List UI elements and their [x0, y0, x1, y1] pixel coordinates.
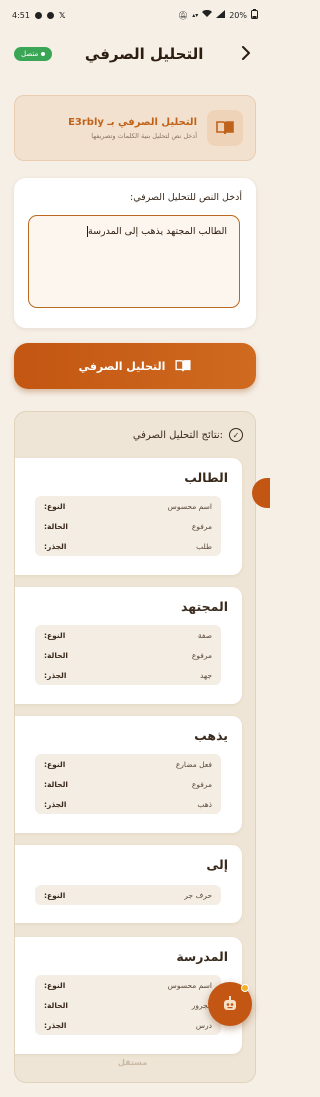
- detail-value: جهد: [199, 670, 212, 680]
- chevron-right-icon: [242, 45, 250, 60]
- detail-key: الحالة:: [44, 650, 68, 660]
- input-value: الطالب المجتهد يذهب إلى المدرسة: [88, 226, 227, 237]
- word-card-altalib: الطالب النوع: اسم محسوس الحالة: مرفوع ال…: [15, 458, 242, 575]
- signal-icon: [216, 10, 226, 20]
- status-bar: 4:51 𝕏 🔕︎ ▴▾ 20%: [0, 0, 270, 30]
- word-title: الطالب: [184, 470, 228, 485]
- detail-key: النوع:: [44, 501, 66, 511]
- detail-value: اسم محسوس: [167, 980, 212, 990]
- detail-row: الجذر: درس: [35, 1015, 221, 1035]
- notification-badge: [241, 984, 249, 992]
- word-title: المدرسة: [176, 949, 228, 964]
- status-time: 4:51: [12, 10, 30, 20]
- status-left: 4:51 𝕏: [12, 11, 65, 20]
- word-card-almadrasa: المدرسة النوع: اسم محسوس الحالة: مجرور ا…: [15, 937, 242, 1054]
- status-right: 🔕︎ ▴▾ 20%: [178, 9, 258, 21]
- detail-value: ذهب: [197, 799, 212, 809]
- detail-row: الحالة: مرفوع: [35, 774, 221, 794]
- app-header: متصل التحليل الصرفي: [0, 34, 270, 74]
- detail-row: الجذر: جهد: [35, 665, 221, 685]
- message-icon: [34, 11, 42, 19]
- detail-row: النوع: صفة: [35, 625, 221, 645]
- analyze-button-label: التحليل الصرفي: [78, 359, 166, 373]
- word-details: النوع: فعل مضارع الحالة: مرفوع الجذر: ذه…: [35, 754, 221, 814]
- detail-key: الجذر:: [44, 1020, 67, 1030]
- text-input[interactable]: الطالب المجتهد يذهب إلى المدرسة: [28, 215, 240, 308]
- wifi-icon: [202, 9, 213, 20]
- detail-key: الحالة:: [44, 1000, 68, 1010]
- results-header: نتائج التحليل الصرفي: ✓: [31, 426, 243, 444]
- word-title: إلى: [206, 857, 228, 872]
- word-title: يذهب: [194, 728, 228, 743]
- check-circle-icon: ✓: [229, 428, 243, 442]
- online-label: متصل: [21, 50, 39, 58]
- detail-row: النوع: اسم محسوس: [35, 975, 221, 995]
- detail-key: الجذر:: [44, 799, 67, 809]
- watermark-logo: مستقل: [118, 1058, 148, 1067]
- detail-row: النوع: فعل مضارع: [35, 754, 221, 774]
- page-title: التحليل الصرفي: [84, 45, 204, 63]
- detail-row: الحالة: مجرور: [35, 995, 221, 1015]
- detail-key: النوع:: [44, 759, 66, 769]
- word-details: النوع: حرف جر: [35, 885, 221, 905]
- detail-row: الحالة: مرفوع: [35, 516, 221, 536]
- detail-value: طلب: [196, 541, 212, 551]
- detail-key: الجذر:: [44, 670, 67, 680]
- detail-row: النوع: اسم محسوس: [35, 496, 221, 516]
- x-icon: 𝕏: [58, 10, 66, 20]
- book-icon: [207, 110, 243, 146]
- detail-value: مرفوع: [191, 779, 212, 789]
- detail-row: الجذر: ذهب: [35, 794, 221, 814]
- word-details: النوع: اسم محسوس الحالة: مرفوع الجذر: طل…: [35, 496, 221, 556]
- word-details: النوع: اسم محسوس الحالة: مجرور الجذر: در…: [35, 975, 221, 1035]
- detail-value: مرفوع: [191, 521, 212, 531]
- battery-icon: [251, 9, 258, 21]
- detail-value: صفة: [197, 630, 212, 640]
- word-card-almujtahid: المجتهد النوع: صفة الحالة: مرفوع الجذر: …: [15, 587, 242, 704]
- detail-key: النوع:: [44, 630, 66, 640]
- battery-percent: 20%: [229, 10, 247, 20]
- detail-key: الحالة:: [44, 521, 68, 531]
- detail-key: النوع:: [44, 890, 66, 900]
- data-icon: ▴▾: [192, 11, 199, 19]
- assistant-fab[interactable]: [208, 982, 252, 1026]
- detail-row: الجذر: طلب: [35, 536, 221, 556]
- results-title: نتائج التحليل الصرفي:: [132, 429, 223, 441]
- detail-value: اسم محسوس: [167, 501, 212, 511]
- mute-icon: 🔕︎: [178, 10, 189, 20]
- back-button[interactable]: [236, 44, 256, 65]
- detail-key: النوع:: [44, 980, 66, 990]
- robot-icon: [224, 996, 236, 1010]
- detail-key: الحالة:: [44, 779, 68, 789]
- info-title: التحليل الصرفي بـ E3rbly: [68, 116, 197, 128]
- word-details: النوع: صفة الحالة: مرفوع الجذر: جهد: [35, 625, 221, 685]
- online-dot-icon: [41, 52, 46, 56]
- detail-row: الحالة: مرفوع: [35, 645, 221, 665]
- input-card: أدخل النص للتحليل الصرفي: الطالب المجتهد…: [14, 178, 256, 328]
- word-card-yathhab: يذهب النوع: فعل مضارع الحالة: مرفوع الجذ…: [15, 716, 242, 833]
- detail-row: النوع: حرف جر: [35, 885, 221, 905]
- analyze-button[interactable]: التحليل الصرفي: [14, 343, 256, 389]
- online-status-badge: متصل: [14, 47, 53, 61]
- info-text: التحليل الصرفي بـ E3rbly أدخل نص لتحليل …: [23, 117, 207, 140]
- info-subtitle: أدخل نص لتحليل بنية الكلمات وتصريفها: [91, 131, 197, 140]
- detail-value: مرفوع: [191, 650, 212, 660]
- detail-value: درس: [195, 1020, 212, 1030]
- word-title: المجتهد: [181, 599, 228, 614]
- input-label: أدخل النص للتحليل الصرفي:: [130, 192, 242, 203]
- detail-key: الجذر:: [44, 541, 67, 551]
- detail-value: فعل مضارع: [175, 759, 212, 769]
- word-card-ila: إلى النوع: حرف جر: [15, 845, 242, 923]
- book-icon: [175, 360, 191, 372]
- detail-value: حرف جر: [184, 890, 212, 900]
- info-card: التحليل الصرفي بـ E3rbly أدخل نص لتحليل …: [14, 95, 256, 161]
- notification-icon: [46, 11, 54, 19]
- results-panel[interactable]: نتائج التحليل الصرفي: ✓ الطالب النوع: اس…: [14, 411, 256, 1083]
